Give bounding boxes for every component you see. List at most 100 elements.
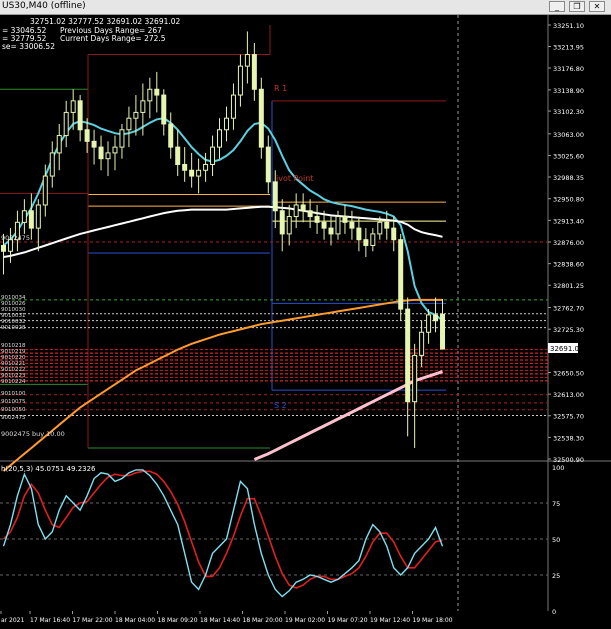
order-tag: 9010050	[1, 407, 26, 413]
candle-body	[230, 94, 236, 119]
price-tick-label: 32613.00	[553, 391, 584, 399]
candle-body	[0, 244, 6, 252]
price-tick-label: 32988.35	[553, 174, 584, 182]
price-tick-label: 33138.90	[553, 87, 584, 95]
candle-body	[84, 129, 90, 142]
candle-body	[77, 100, 83, 131]
price-tick-label: 32500.90	[553, 456, 584, 464]
candle-body	[244, 54, 250, 67]
candle-body	[426, 314, 432, 333]
candle-body	[349, 221, 355, 229]
close-button[interactable]: ✕	[589, 1, 605, 12]
time-tick-label: 18 Mar 14:40	[200, 617, 240, 624]
candle-body	[147, 88, 153, 102]
candle-body	[91, 140, 97, 148]
candle-body	[21, 210, 27, 223]
info-line-4: se= 33006.52	[2, 42, 55, 51]
price-tick-label: 33025.60	[553, 152, 584, 160]
candle-body	[342, 216, 348, 223]
minimize-button[interactable]: _	[549, 1, 565, 12]
candle-body	[70, 100, 76, 113]
candle-body	[286, 216, 292, 235]
candle-body	[49, 152, 55, 177]
candle-body	[35, 204, 41, 229]
price-tick-label: 32801.25	[553, 282, 584, 290]
candle-body	[258, 88, 264, 148]
candle-body	[300, 204, 306, 212]
candle-body	[265, 146, 271, 183]
stoch-tick-label: 100	[552, 464, 564, 472]
price-tick-label: 32913.40	[553, 217, 584, 225]
candle-body	[161, 94, 167, 125]
candle-body	[223, 117, 229, 131]
order-tag: 9010100	[1, 391, 26, 397]
candle-body	[384, 221, 390, 229]
candle-body	[217, 129, 223, 148]
buy-order-label: 9002475 buy 10.00	[1, 430, 65, 438]
time-tick-label: 19 Mar 02:00	[285, 617, 325, 624]
candle-body	[154, 88, 160, 96]
candle-body	[405, 308, 411, 403]
candle-body	[363, 239, 369, 246]
time-tick-label: 17 Mar 22:00	[73, 617, 113, 624]
candle-body	[196, 169, 202, 177]
candle-body	[272, 181, 278, 212]
order-tag: 9002475	[1, 415, 26, 421]
stoch-tick-label: 25	[552, 572, 560, 580]
restore-button[interactable]: ❐	[569, 1, 585, 12]
price-tick-label: 32876.00	[553, 239, 584, 247]
window-titlebar: US30,M40 (offline) _ ❐ ✕	[0, 0, 611, 15]
candle-body	[126, 117, 132, 131]
price-tick-label: 33213.95	[553, 43, 584, 51]
candle-body	[328, 227, 334, 235]
price-tick-label: 32950.80	[553, 196, 584, 204]
candle-body	[391, 227, 397, 241]
pivot-label: ivot Point	[276, 174, 313, 183]
price-tick-label: 33102.30	[553, 108, 584, 116]
price-tick-label: 32762.70	[553, 305, 584, 313]
candle-body	[398, 239, 404, 310]
candle-body	[133, 111, 139, 119]
candle-body	[370, 233, 376, 246]
candle-body	[335, 216, 341, 235]
time-tick-label: ar 2021	[1, 617, 25, 624]
time-tick-label: 18 Mar 20:00	[243, 617, 283, 624]
current-price-label: 32691.02	[550, 345, 583, 353]
time-tick-label: 17 Mar 16:40	[30, 617, 70, 624]
candle-body	[203, 163, 209, 171]
time-tick-label: 19 Mar 12:40	[370, 617, 410, 624]
current-range: Current Days Range= 272.5	[60, 34, 166, 43]
candle-body	[189, 169, 195, 177]
stoch-tick-label: 75	[552, 500, 560, 508]
price-tick-label: 32838.60	[553, 261, 584, 269]
ohlc-readout: 32751.02 32777.52 32691.02 32691.02	[30, 17, 181, 26]
price-tick-label: 32725.30	[553, 326, 584, 334]
candle-body	[251, 54, 257, 90]
candle-body	[182, 163, 188, 171]
chart-area[interactable]: 9010034 9010026 9010030 9010031 9010032 90100…	[0, 15, 611, 625]
s2-label: S 2	[274, 401, 287, 410]
price-tick-label: 33176.80	[553, 65, 584, 73]
candle-body	[98, 146, 104, 160]
price-tick-label: 32575.70	[553, 413, 584, 421]
price-tick-label: 33251.10	[553, 22, 584, 30]
candle-body	[56, 135, 62, 154]
time-tick-label: 19 Mar 07:20	[328, 617, 368, 624]
candle-body	[105, 152, 111, 160]
price-tick-label: 32538.30	[553, 434, 584, 442]
candle-body	[168, 123, 174, 148]
candle-body	[210, 146, 216, 165]
candle-body	[440, 313, 446, 350]
candle-body	[293, 204, 299, 218]
price-chart[interactable]: 9010034901002690100309010031901003290100…	[0, 15, 611, 625]
candle-body	[63, 111, 69, 137]
candle-body	[28, 210, 34, 229]
candle-body	[412, 354, 418, 403]
candle-body	[237, 65, 243, 96]
order-tag: 9010224	[1, 379, 26, 385]
order-tag: 9010028	[1, 325, 26, 331]
time-tick-label: 19 Mar 18:00	[413, 617, 453, 624]
candle-body	[419, 331, 425, 356]
stoch-tick-label: 0	[552, 608, 556, 616]
window-title: US30,M40 (offline)	[2, 1, 86, 11]
